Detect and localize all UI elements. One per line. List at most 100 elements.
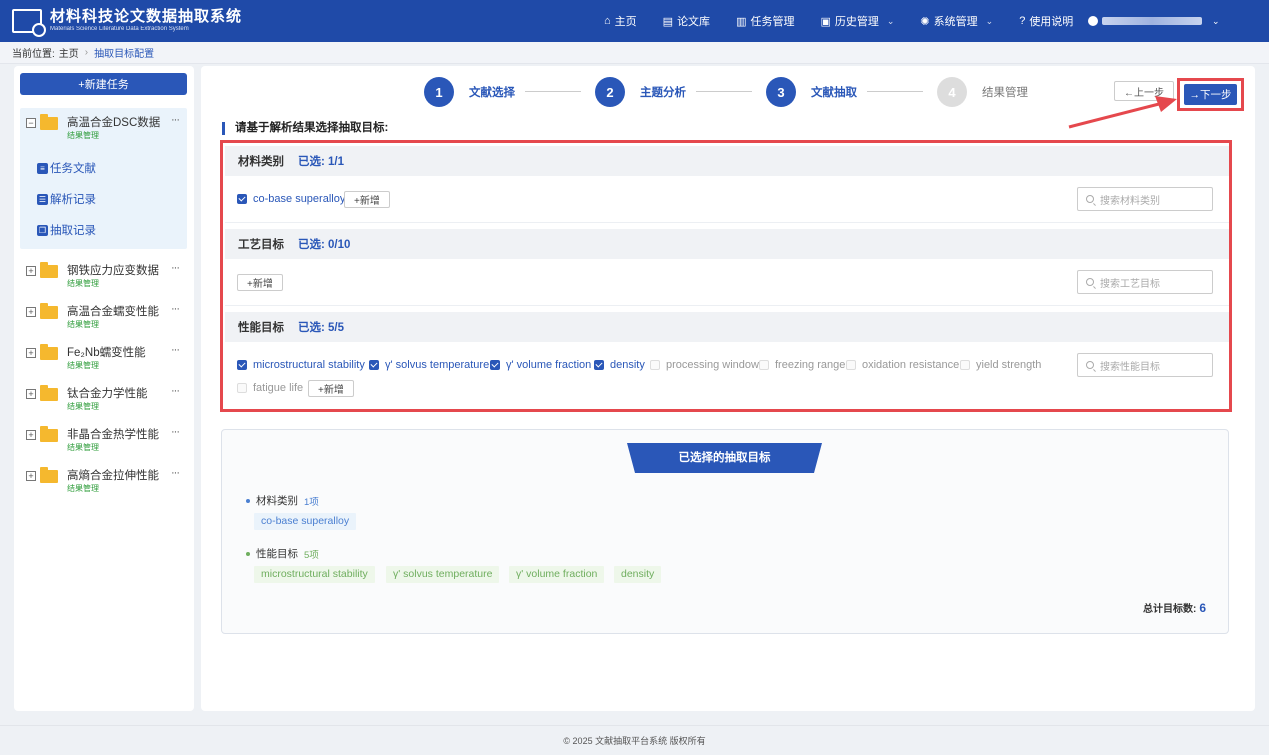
add-material-button[interactable]: +新增 — [344, 191, 390, 208]
add-process-button[interactable]: +新增 — [237, 274, 283, 291]
checkbox-fatigue-life[interactable]: fatigue life — [237, 382, 303, 394]
checkbox-density[interactable]: density — [594, 359, 645, 371]
step-3[interactable]: 3 文献抽取 — [766, 77, 857, 107]
task-sub-label[interactable]: 结果管理 — [67, 483, 99, 494]
folder-icon — [40, 467, 58, 483]
property-search-input[interactable]: 搜索性能目标 — [1077, 353, 1213, 377]
step-number: 1 — [424, 77, 454, 107]
more-icon[interactable]: ··· — [171, 114, 180, 126]
nav-papers[interactable]: ▤ 论文库 — [663, 13, 710, 29]
checkbox-oxidation-resistance[interactable]: oxidation resistance — [846, 359, 959, 371]
process-search-input[interactable]: 搜索工艺目标 — [1077, 270, 1213, 294]
next-button-highlight: →下一步 — [1177, 78, 1244, 111]
nav-label: 主页 — [614, 16, 637, 28]
checkbox-microstructural-stability[interactable]: microstructural stability — [237, 359, 365, 371]
task-item[interactable]: + 高温合金蠕变性能 结果管理 ··· — [26, 303, 186, 333]
user-menu[interactable]: ⌄ — [1088, 0, 1220, 42]
next-step-button[interactable]: →下一步 — [1184, 84, 1237, 105]
checkbox-yield-strength[interactable]: yield strength — [960, 359, 1041, 371]
more-icon[interactable]: ··· — [171, 344, 180, 356]
breadcrumb-home[interactable]: 主页 — [59, 45, 79, 60]
expand-icon[interactable]: + — [26, 430, 36, 440]
search-icon — [1086, 361, 1094, 369]
new-task-button[interactable]: +新建任务 — [20, 73, 187, 95]
step-connector — [867, 91, 923, 92]
tasks-icon: ▥ — [736, 15, 747, 28]
step-label: 文献选择 — [469, 87, 515, 99]
subitem-label: 解析记录 — [50, 194, 96, 206]
nav-history[interactable]: ▣ 历史管理 ⌄ — [820, 13, 894, 29]
history-icon: ▣ — [820, 15, 831, 28]
subitem-extract-records[interactable]: ❐ 抽取记录 — [37, 222, 96, 238]
more-icon[interactable]: ··· — [171, 303, 180, 315]
expand-icon[interactable]: + — [26, 307, 36, 317]
task-item[interactable]: + Fe₂Nb蠕变性能 结果管理 ··· — [26, 344, 186, 374]
group-count: 已选: 5/5 — [298, 322, 345, 334]
summary-count: 1项 — [304, 496, 319, 508]
task-sub-label[interactable]: 结果管理 — [67, 360, 99, 371]
summary-count: 5项 — [304, 549, 319, 561]
summary-tag: density — [614, 566, 662, 583]
more-icon[interactable]: ··· — [171, 467, 180, 479]
checkbox-solvus-temperature[interactable]: γ' solvus temperature — [369, 359, 489, 371]
subitem-label: 任务文献 — [50, 163, 96, 175]
section-title: 请基于解析结果选择抽取目标: — [222, 122, 388, 135]
expand-icon[interactable]: + — [26, 389, 36, 399]
task-sub-label[interactable]: 结果管理 — [67, 401, 99, 412]
folder-icon — [40, 385, 58, 401]
subitem-parse-records[interactable]: ☰ 解析记录 — [37, 191, 96, 207]
collapse-icon[interactable]: − — [26, 118, 36, 128]
material-group-body: co-base superalloy +新增 搜索材料类别 — [225, 176, 1229, 223]
material-search-input[interactable]: 搜索材料类别 — [1077, 187, 1213, 211]
search-icon — [1086, 195, 1094, 203]
step-number: 4 — [937, 77, 967, 107]
app-logo[interactable]: 材料科技论文数据抽取系统 Materials Science Literatur… — [12, 9, 242, 37]
task-item[interactable]: + 钢铁应力应变数据 结果管理 ··· — [26, 262, 186, 292]
checkbox-freezing-range[interactable]: freezing range — [759, 359, 845, 371]
nav-help[interactable]: ? 使用说明 — [1019, 13, 1073, 29]
group-title: 性能目标 — [238, 322, 284, 334]
task-item[interactable]: + 钛合金力学性能 结果管理 ··· — [26, 385, 186, 415]
checkbox-icon — [237, 194, 247, 204]
task-sub-label[interactable]: 结果管理 — [67, 278, 99, 289]
step-label: 结果管理 — [982, 87, 1028, 99]
nav-system[interactable]: ✺ 系统管理 ⌄ — [920, 13, 993, 29]
task-sub-label[interactable]: 结果管理 — [67, 442, 99, 453]
nav-home[interactable]: ⌂ 主页 — [604, 13, 637, 29]
task-name: 钛合金力学性能 — [67, 388, 148, 400]
step-1[interactable]: 1 文献选择 — [424, 77, 515, 107]
more-icon[interactable]: ··· — [171, 426, 180, 438]
step-4[interactable]: 4 结果管理 — [937, 77, 1028, 107]
expand-icon[interactable]: + — [26, 471, 36, 481]
task-item[interactable]: + 高熵合金拉伸性能 结果管理 ··· — [26, 467, 186, 497]
more-icon[interactable]: ··· — [171, 385, 180, 397]
checkbox-label: fatigue life — [253, 382, 304, 394]
chevron-down-icon: ⌄ — [985, 15, 994, 26]
checkbox-co-base-superalloy[interactable]: co-base superalloy — [237, 193, 345, 205]
subitem-task-papers[interactable]: ≡ 任务文献 — [37, 160, 96, 176]
task-name: 高温合金蠕变性能 — [67, 306, 159, 318]
bullet-icon — [246, 551, 250, 556]
task-sub-label[interactable]: 结果管理 — [67, 319, 99, 330]
book-icon: ▤ — [662, 15, 674, 28]
checkbox-processing-window[interactable]: processing window — [650, 359, 759, 371]
expand-icon[interactable]: + — [26, 348, 36, 358]
nav-tasks[interactable]: ▥ 任务管理 — [736, 13, 794, 29]
group-title: 材料类别 — [238, 156, 284, 168]
sidebar: +新建任务 − 高温合金DSC数据 结果管理 ··· ≡ 任务文献 ☰ 解析记录 ❐… — [14, 66, 194, 711]
checkbox-volume-fraction[interactable]: γ' volume fraction — [490, 359, 591, 371]
total-label: 总计目标数: — [1142, 604, 1197, 615]
checkbox-icon — [490, 360, 500, 370]
expand-icon[interactable]: + — [26, 266, 36, 276]
task-item[interactable]: + 非晶合金热学性能 结果管理 ··· — [26, 426, 186, 456]
summary-label: 材料类别 — [256, 495, 298, 507]
add-property-button[interactable]: +新增 — [308, 380, 354, 397]
checkbox-label: oxidation resistance — [862, 359, 960, 371]
checkbox-label: density — [610, 359, 645, 371]
task-item[interactable]: − 高温合金DSC数据 结果管理 ··· — [26, 114, 186, 144]
breadcrumb: 当前位置: 主页 › 抽取目标配置 — [0, 42, 1269, 64]
more-icon[interactable]: ··· — [171, 262, 180, 274]
task-sub-label[interactable]: 结果管理 — [67, 130, 99, 141]
task-name: 非晶合金热学性能 — [67, 429, 159, 441]
step-2[interactable]: 2 主题分析 — [595, 77, 686, 107]
